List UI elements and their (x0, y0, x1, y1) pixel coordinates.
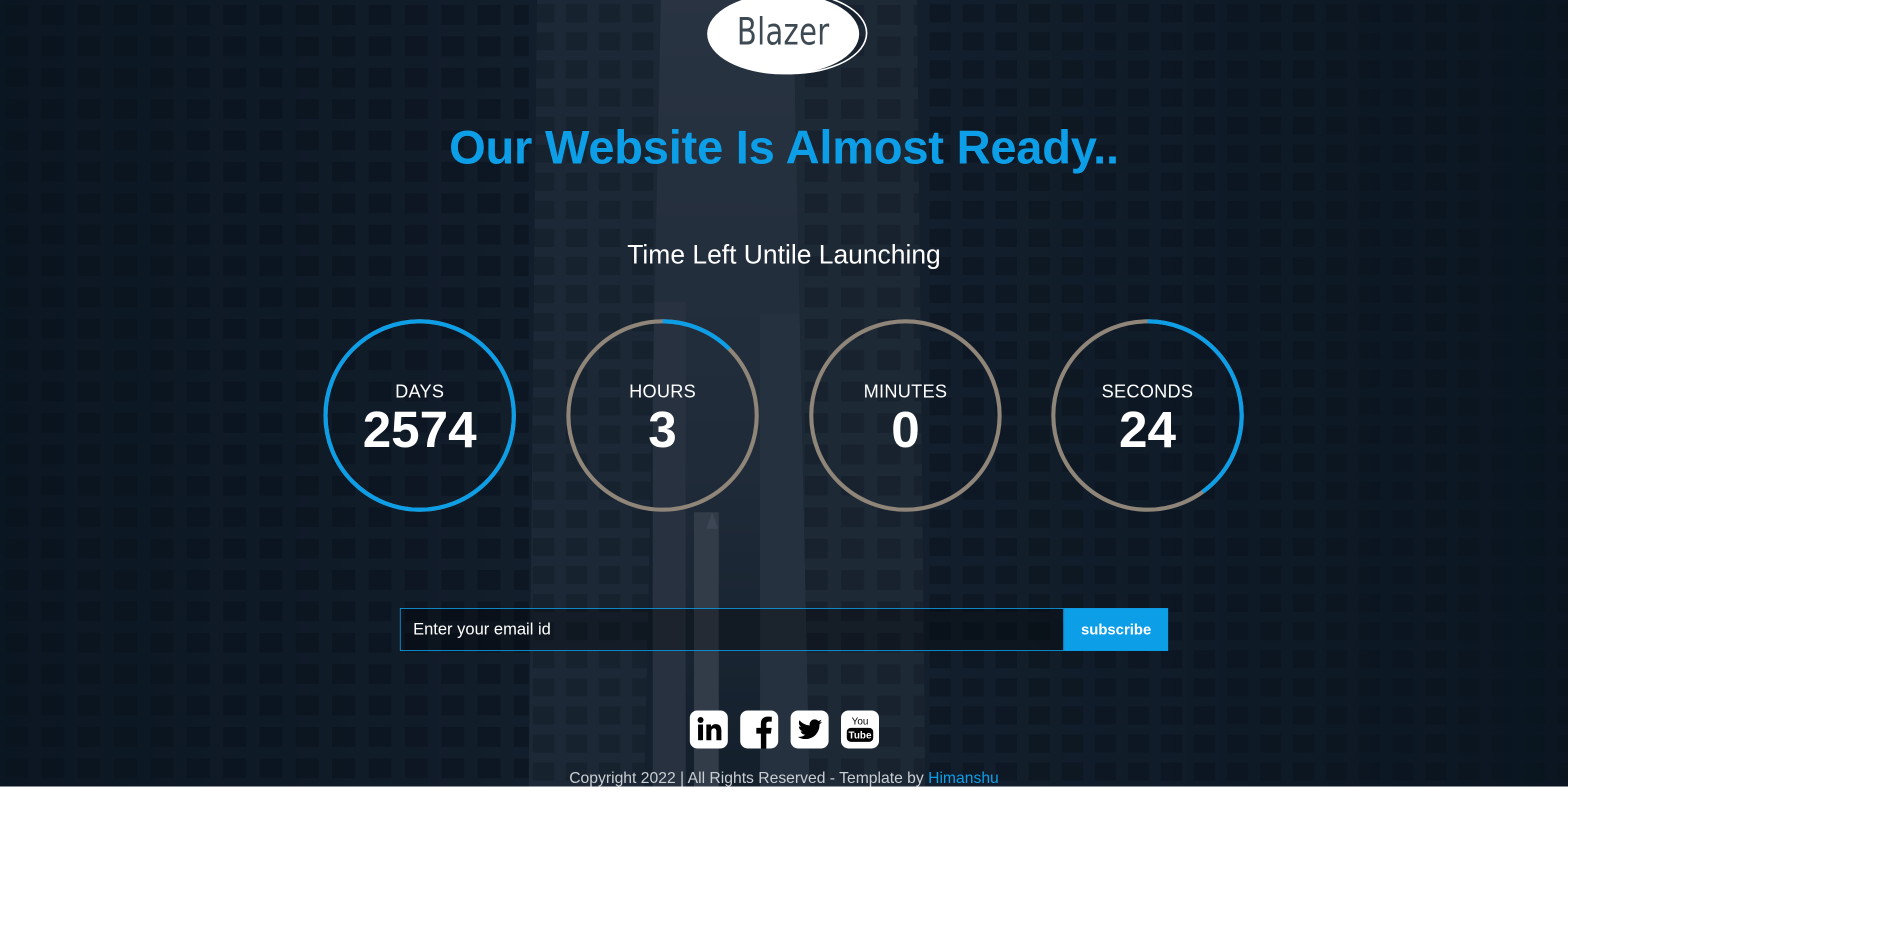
youtube-link[interactable]: You Tube (841, 710, 880, 749)
twitter-icon (797, 719, 823, 740)
hours-label: HOURS (629, 380, 696, 402)
youtube-icon: You Tube (846, 717, 874, 742)
subscribe-form: subscribe (399, 608, 1169, 651)
facebook-icon (756, 716, 772, 749)
social-links: You Tube (689, 710, 880, 749)
minutes-label: MINUTES (863, 380, 948, 402)
countdown-minutes: MINUTES 0 (808, 318, 1003, 513)
city-background-image (0, 0, 1569, 787)
email-input[interactable] (399, 608, 1065, 651)
svg-text:You: You (852, 717, 869, 728)
countdown-hours: HOURS 3 (565, 318, 760, 513)
subscribe-button[interactable]: subscribe (1064, 608, 1169, 651)
svg-text:Tube: Tube (849, 731, 872, 742)
countdown-subtitle: Time Left Untile Launching (627, 239, 941, 270)
minutes-value: 0 (891, 401, 920, 459)
linkedin-icon (697, 717, 722, 741)
hours-value: 3 (648, 401, 677, 459)
seconds-value: 24 (1119, 401, 1176, 459)
logo-text: Blazer (736, 9, 830, 54)
linkedin-link[interactable] (689, 710, 728, 749)
page-title: Our Website Is Almost Ready.. (449, 121, 1119, 175)
author-link[interactable]: Himanshu (928, 770, 999, 787)
brand-logo[interactable]: Blazer (707, 0, 869, 75)
twitter-link[interactable] (790, 710, 829, 749)
page: Blazer Our Website Is Almost Ready.. Tim… (0, 0, 1569, 787)
days-label: DAYS (395, 380, 445, 402)
copyright-text: Copyright 2022 | All Rights Reserved - T… (569, 769, 924, 787)
seconds-label: SECONDS (1101, 380, 1194, 402)
countdown-days: DAYS 2574 (322, 318, 517, 513)
countdown-seconds: SECONDS 24 (1050, 318, 1245, 513)
footer: Copyright 2022 | All Rights Reserved - T… (0, 770, 1568, 787)
facebook-link[interactable] (740, 710, 779, 749)
days-value: 2574 (362, 401, 477, 459)
